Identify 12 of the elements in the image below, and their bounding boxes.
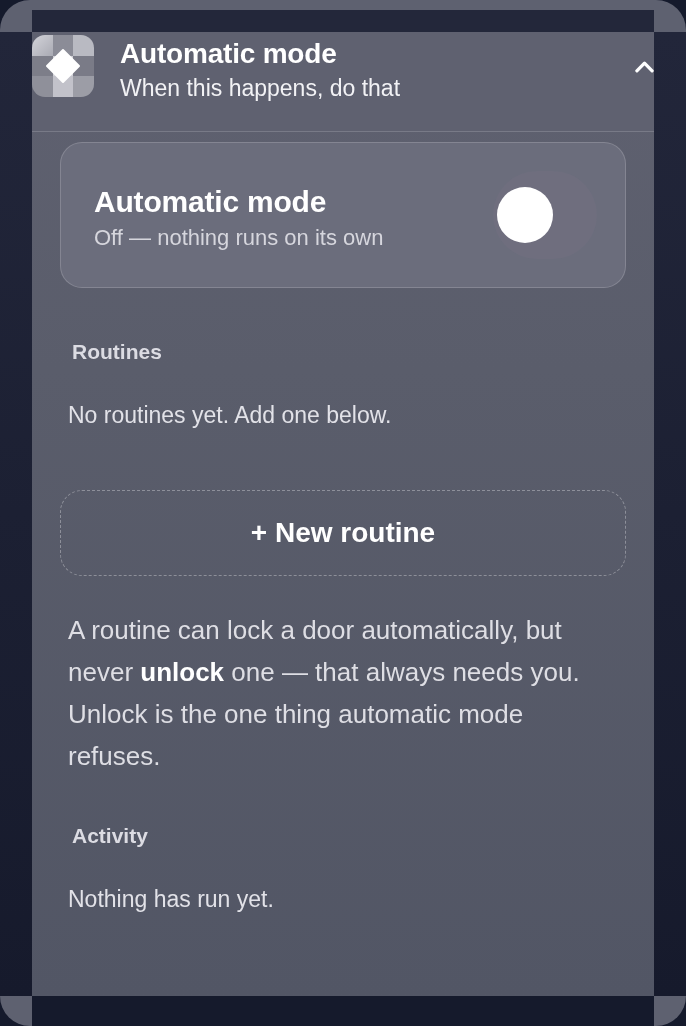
info-paragraph: A routine can lock a door automatically, but never unlock one — that always needs you. Unlock is the one thing automatic mode refuses. [67,614,581,773]
section-heading: Routines [71,340,162,364]
empty-message: Nothing has run yet. [67,885,274,914]
mode-status: Off — nothing runs on its own [94,224,384,252]
section-heading: Activity [71,824,148,848]
toggle-thumb [497,187,553,243]
mode-title: Automatic mode [94,184,327,220]
new-routine-button[interactable]: + New routine [60,490,626,576]
header-title: Automatic mode [120,37,337,71]
chevron-up-icon[interactable] [635,61,654,73]
empty-message: No routines yet. Add one below. [67,401,392,430]
header-subtitle: When this happens, do that [120,74,401,103]
